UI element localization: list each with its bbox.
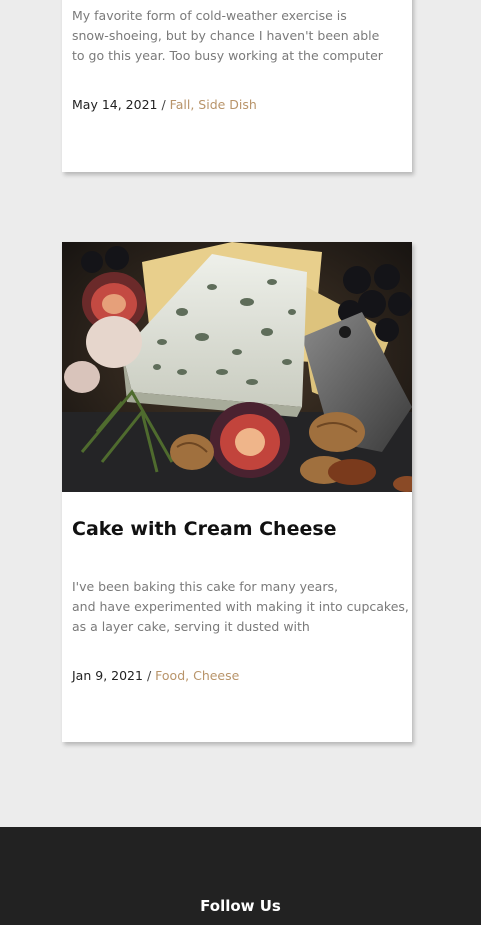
- category-comma: ,: [185, 668, 194, 683]
- page: My favorite form of cold-weather exercis…: [0, 0, 481, 925]
- category-link-side-dish[interactable]: Side Dish: [198, 97, 257, 112]
- excerpt-line: and have experimented with making it int…: [72, 599, 409, 614]
- post-excerpt: My favorite form of cold-weather exercis…: [72, 6, 402, 66]
- post-excerpt: I've been baking this cake for many year…: [72, 577, 409, 637]
- excerpt-line: My favorite form of cold-weather exercis…: [72, 8, 347, 23]
- excerpt-line: I've been baking this cake for many year…: [72, 579, 338, 594]
- post-date: Jan 9, 2021: [72, 668, 143, 683]
- meta-separator: /: [161, 97, 166, 112]
- follow-us-heading: Follow Us: [200, 897, 281, 915]
- meta-separator: /: [146, 668, 152, 683]
- post-card: My favorite form of cold-weather exercis…: [62, 0, 412, 172]
- post-meta: May 14, 2021 / Fall, Side Dish: [72, 97, 257, 112]
- post-card: Cake with Cream Cheese I've been baking …: [62, 242, 412, 742]
- excerpt-line: to go this year. Too busy working at the…: [72, 48, 383, 63]
- category-link-fall[interactable]: Fall: [170, 97, 191, 112]
- post-title[interactable]: Cake with Cream Cheese: [72, 518, 337, 540]
- category-link-cheese[interactable]: Cheese: [193, 668, 239, 683]
- site-footer: Follow Us: [0, 827, 481, 925]
- post-meta: Jan 9, 2021 / Food, Cheese: [72, 668, 239, 683]
- post-date: May 14, 2021: [72, 97, 158, 112]
- excerpt-line: snow-shoeing, but by chance I haven't be…: [72, 28, 380, 43]
- category-link-food[interactable]: Food: [155, 668, 185, 683]
- cheese-platter-image: [62, 242, 412, 492]
- post-featured-image[interactable]: [62, 242, 412, 492]
- excerpt-line: as a layer cake, serving it dusted with: [72, 619, 310, 634]
